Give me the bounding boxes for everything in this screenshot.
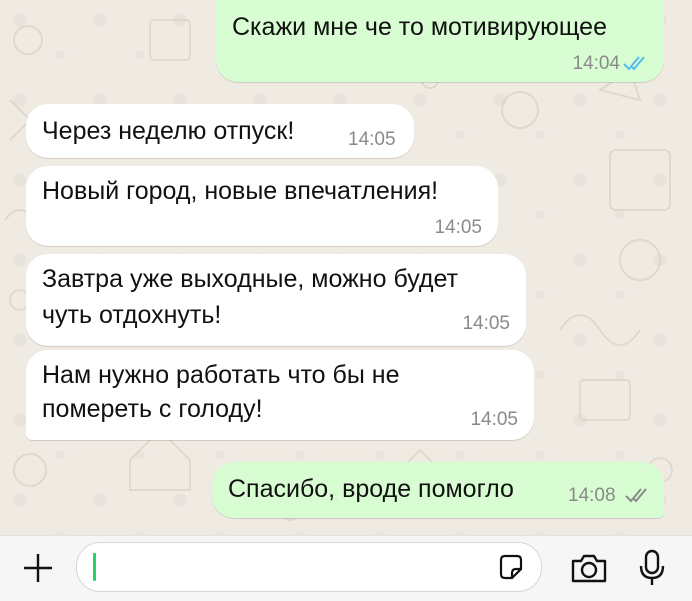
chat-area[interactable]: Скажи мне че то мотивирующее 14:04 Через… xyxy=(0,0,692,535)
sticker-icon[interactable] xyxy=(495,551,527,583)
message-bubble-outgoing[interactable]: Скажи мне че то мотивирующее 14:04 xyxy=(216,0,664,82)
message-time: 14:08 xyxy=(568,485,616,506)
microphone-icon[interactable] xyxy=(630,546,674,590)
message-time: 14:05 xyxy=(462,313,510,334)
message-text-line-1: Завтра уже выходные, можно будет xyxy=(42,265,459,293)
message-bubble-incoming[interactable]: Завтра уже выходные, можно будет чуть от… xyxy=(26,254,526,346)
message-text-line-2: помереть с голоду! xyxy=(42,395,263,423)
message-time: 14:05 xyxy=(470,409,518,430)
message-bubble-incoming[interactable]: Через неделю отпуск! 14:05 xyxy=(26,104,414,158)
message-time: 14:04 xyxy=(572,53,620,74)
message-time: 14:05 xyxy=(348,129,396,150)
message-text: Через неделю отпуск! xyxy=(42,117,295,145)
message-bubble-outgoing[interactable]: Спасибо, вроде помогло 14:08 xyxy=(212,462,664,518)
composer-bar xyxy=(0,535,692,601)
message-input[interactable] xyxy=(76,542,542,592)
message-time: 14:05 xyxy=(434,217,482,238)
plus-icon[interactable] xyxy=(18,548,58,588)
message-text-line-1: Нам нужно работать что бы не xyxy=(42,361,400,389)
message-bubble-incoming[interactable]: Новый город, новые впечатления! 14:05 xyxy=(26,166,498,246)
message-text: Скажи мне че то мотивирующее xyxy=(232,13,607,41)
delivered-receipt-icon xyxy=(625,488,647,503)
message-text: Спасибо, вроде помогло xyxy=(228,475,514,503)
text-caret xyxy=(93,553,96,581)
camera-icon[interactable] xyxy=(566,548,612,588)
message-text: Новый город, новые впечатления! xyxy=(42,177,439,205)
message-bubble-incoming[interactable]: Нам нужно работать что бы не помереть с … xyxy=(26,350,534,440)
message-text-line-2: чуть отдохнуть! xyxy=(42,301,222,329)
read-receipt-icon xyxy=(623,56,645,71)
